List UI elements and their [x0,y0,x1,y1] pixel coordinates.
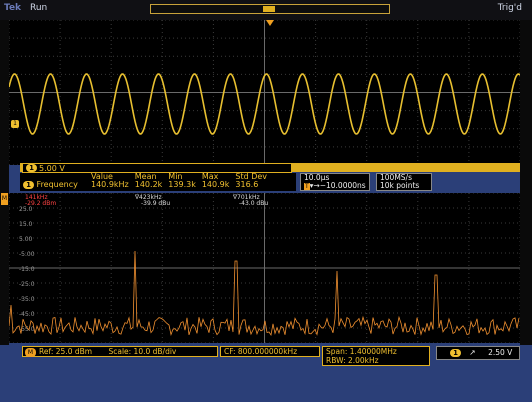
brand-label: Tek [4,3,22,13]
acquisition-readout[interactable]: 100MS/s 10k points [376,173,432,191]
marker-2-level: -39.9 dBu [141,200,171,207]
y-axis-label: -45.0 [19,311,35,318]
time-domain-display[interactable] [8,19,521,166]
trigger-position-marker[interactable] [266,20,274,26]
ref-scale-readout[interactable]: M Ref: 25.0 dBm Scale: 10.0 dB/div [22,346,218,357]
y-axis-label: -15.0 [19,266,35,273]
channel1-scale-value: 5.00 V [39,164,65,173]
frequency-domain-display[interactable]: 25.0 15.0 5.00 -5.00 -15.0 -25.0 -35.0 -45.0 -55… [8,192,521,344]
trigger-level: 2.50 V [488,348,513,357]
y-axis-label: -25.0 [19,281,35,288]
left-frame [0,20,9,345]
trigger-slope-icon: ↗ [469,348,476,357]
y-axis-label: 15.0 [19,221,33,228]
record-length: 10k points [380,181,420,190]
marker-1[interactable]: 141kHz -29.2 dBm [25,195,56,207]
meas-stddev: 316.6 [235,180,259,189]
horizontal-delay: ▾→−10.0000ns [309,181,366,190]
trigger-channel-badge: 1 [450,349,461,357]
channel1-ground-marker[interactable]: 1 [11,120,19,128]
meas-max: 140.9k [201,180,230,189]
time-domain-graticule [8,19,521,166]
trigger-readout[interactable]: 1 ↗ 2.50 V [436,346,520,360]
span-rbw-readout[interactable]: Span: 1.40000MHz RBW: 2.00kHz [322,346,430,366]
marker-3-level: -43.0 dBu [239,200,269,207]
measurement-name: Frequency [36,180,78,189]
marker-2[interactable]: ∇423kHz -39.9 dBu [135,195,170,207]
measurement-channel-badge: 1 [23,181,34,189]
channel1-badge: 1 [26,164,37,172]
math-badge: M [25,348,36,357]
record-window[interactable] [263,6,275,12]
record-view-bar[interactable] [150,4,390,14]
measurement-row: 1 Frequency 140.9kHz 140.2k 139.3k 140.9… [20,181,270,189]
meas-value: 140.9kHz [91,180,129,189]
measurement-panel[interactable]: Value Mean Min Max Std Dev 1 Frequency 1… [20,173,296,191]
span-value: Span: 1.40000MHz [326,347,397,356]
meas-min: 139.3k [168,180,196,189]
math-channel-marker[interactable]: M [1,193,8,205]
y-axis-label: 25.0 [19,206,33,213]
rbw-value: RBW: 2.00kHz [326,356,379,365]
horizontal-readout[interactable]: 10.0µs T▾→−10.0000ns [300,173,370,191]
right-frame [520,20,532,345]
marker-1-level: -29.2 dBm [25,200,57,207]
y-axis-label: -35.0 [19,296,35,303]
frequency-domain-graticule: 25.015.05.00-5.00-15.0-25.0-35.0-45.0-55… [8,192,521,344]
meas-mean: 140.2k [134,180,163,189]
y-axis-label: -5.00 [19,251,35,258]
status-bar: Tek Run Trig'd [0,0,532,20]
center-frequency[interactable]: CF: 800.000000kHz [220,346,320,357]
run-status[interactable]: Run [30,3,47,13]
y-axis-label: 5.00 [19,236,33,243]
ref-level: Ref: 25.0 dBm [39,347,93,356]
marker-3[interactable]: ∇701kHz -43.0 dBu [233,195,268,207]
vertical-scale: Scale: 10.0 dB/div [108,347,177,356]
trigger-status: Trig'd [497,3,522,13]
